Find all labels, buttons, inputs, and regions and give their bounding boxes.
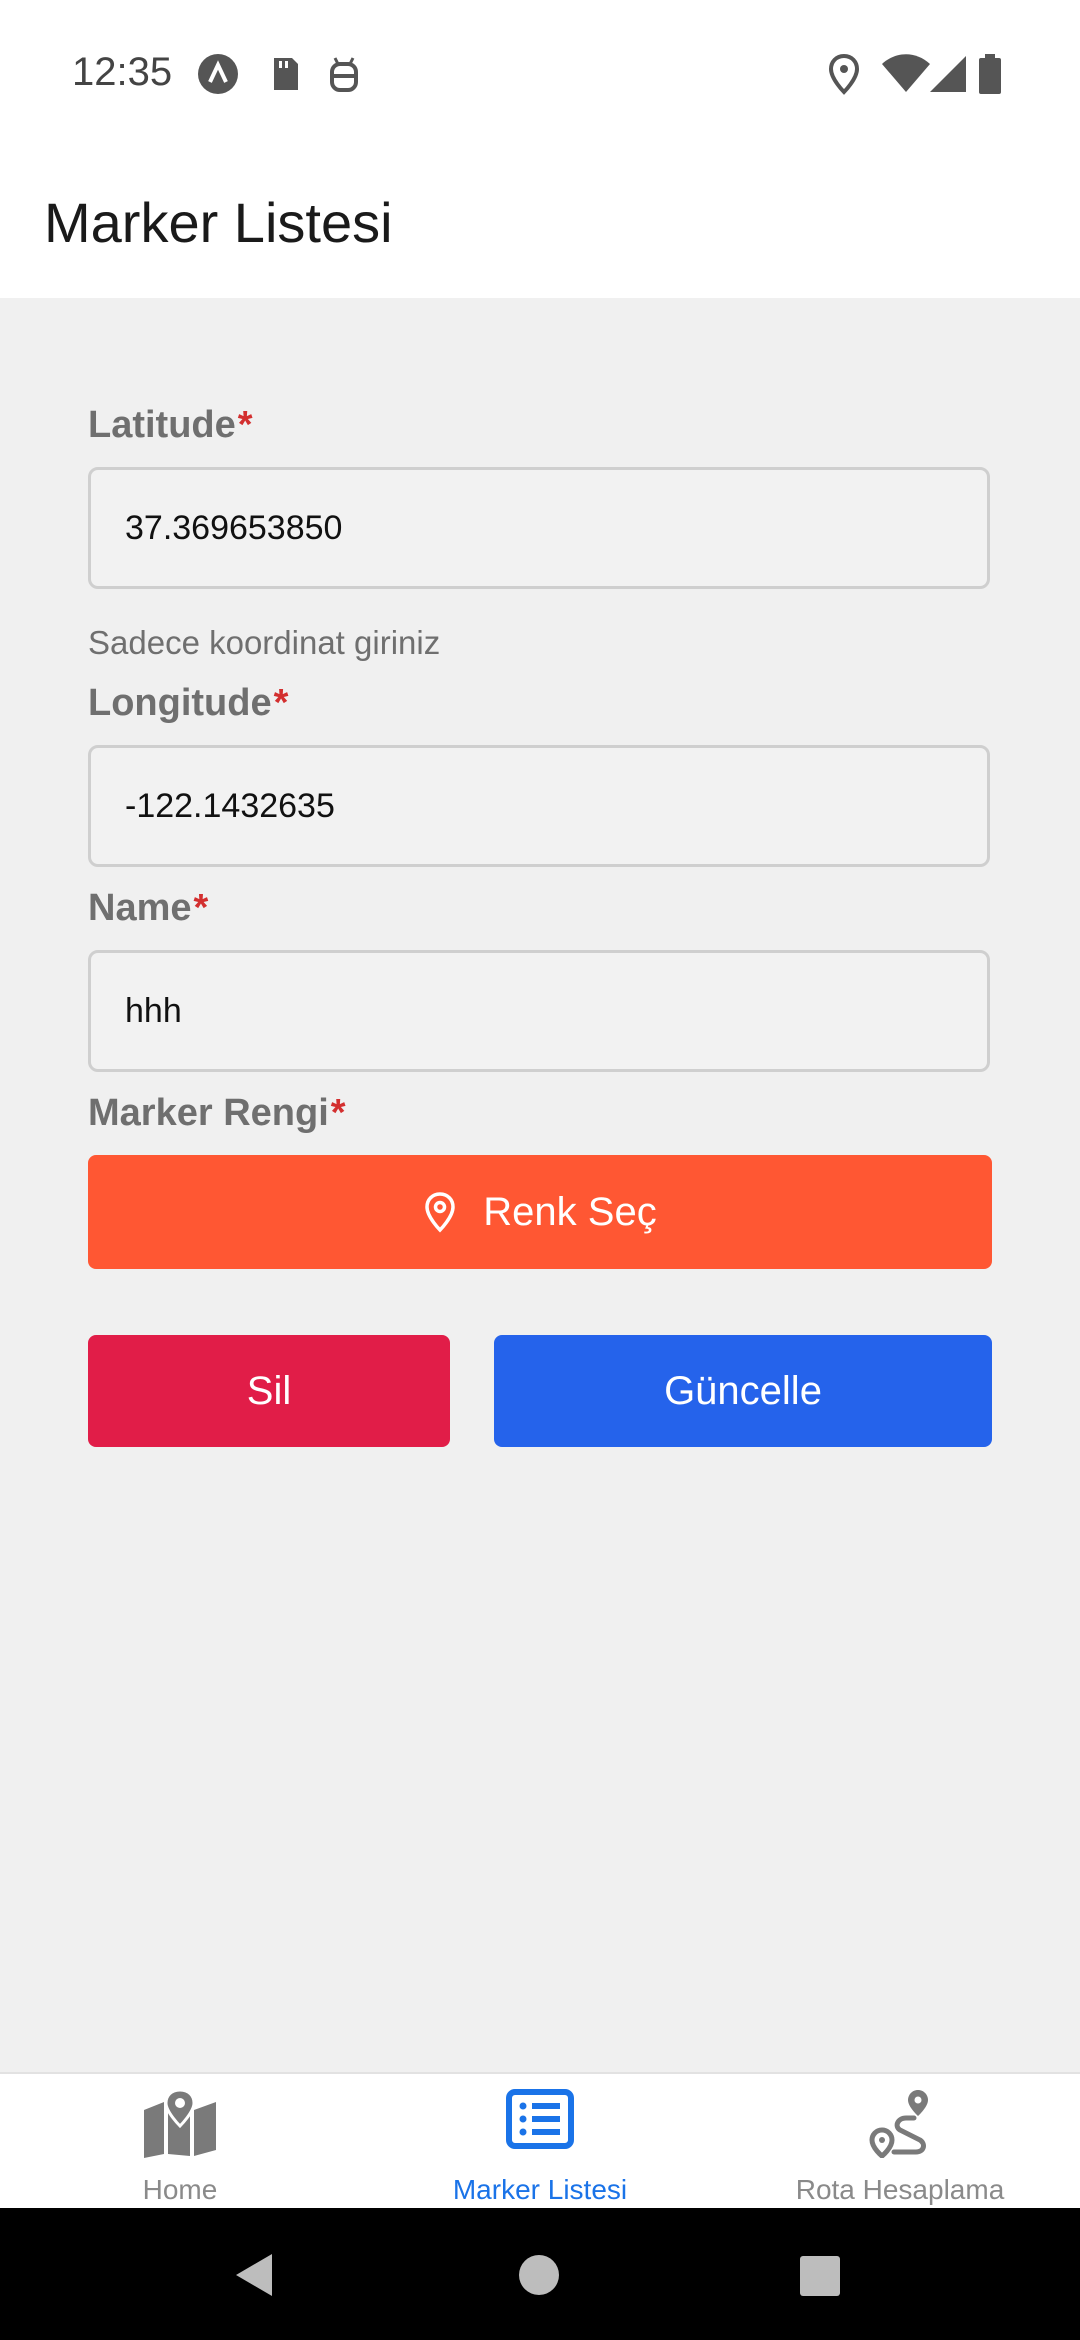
latitude-input[interactable]: 37.369653850 bbox=[88, 467, 990, 589]
delete-button-label: Sil bbox=[246, 1368, 292, 1413]
longitude-label-text: Longitude bbox=[88, 682, 272, 724]
pin-icon bbox=[425, 1192, 456, 1233]
map-icon bbox=[144, 2088, 216, 2158]
marker-color-label: Marker Rengi* bbox=[88, 1092, 346, 1135]
status-time: 12:35 bbox=[72, 50, 173, 94]
robot-icon bbox=[330, 57, 358, 92]
required-marker: * bbox=[237, 404, 253, 446]
required-marker: * bbox=[273, 682, 289, 724]
latitude-label: Latitude* bbox=[88, 404, 253, 447]
home-circle-icon[interactable] bbox=[518, 2254, 560, 2296]
signal-icon bbox=[930, 56, 966, 92]
latitude-label-text: Latitude bbox=[88, 404, 236, 446]
longitude-value: -122.1432635 bbox=[125, 786, 335, 825]
nav-item-marker-list[interactable]: Marker Listesi bbox=[360, 2074, 720, 2210]
route-icon bbox=[869, 2090, 928, 2158]
recents-icon[interactable] bbox=[800, 2256, 840, 2296]
nav-label-home: Home bbox=[142, 2174, 218, 2205]
update-button[interactable]: Güncelle bbox=[494, 1335, 992, 1447]
nav-item-home[interactable]: Home bbox=[0, 2074, 360, 2210]
update-button-label: Güncelle bbox=[664, 1368, 822, 1413]
page-title: Marker Listesi bbox=[44, 191, 393, 254]
pick-color-button[interactable]: Renk Seç bbox=[88, 1155, 992, 1269]
status-bar: 12:35 bbox=[0, 0, 1080, 150]
app-header: Marker Listesi bbox=[0, 150, 1080, 298]
marker-color-label-text: Marker Rengi bbox=[88, 1092, 329, 1134]
nav-item-route-calculation[interactable]: Rota Hesaplama bbox=[720, 2074, 1080, 2210]
pick-color-button-label: Renk Seç bbox=[483, 1189, 657, 1234]
nav-label-route-calculation: Rota Hesaplama bbox=[795, 2174, 1005, 2205]
back-icon[interactable] bbox=[234, 2252, 274, 2298]
nav-label-marker-list: Marker Listesi bbox=[452, 2174, 628, 2205]
longitude-input[interactable]: -122.1432635 bbox=[88, 745, 990, 867]
location-icon bbox=[828, 53, 860, 95]
latitude-helper-text: Sadece koordinat giriniz bbox=[88, 624, 441, 661]
longitude-label: Longitude* bbox=[88, 682, 288, 725]
latitude-value: 37.369653850 bbox=[125, 508, 343, 547]
sd-card-icon bbox=[274, 58, 298, 90]
battery-icon bbox=[979, 54, 1001, 94]
app-a-icon bbox=[198, 54, 238, 94]
name-value: hhh bbox=[125, 991, 182, 1030]
name-label: Name* bbox=[88, 887, 208, 930]
delete-button[interactable]: Sil bbox=[88, 1335, 450, 1447]
required-marker: * bbox=[330, 1092, 346, 1134]
name-label-text: Name bbox=[88, 887, 192, 929]
name-input[interactable]: hhh bbox=[88, 950, 990, 1072]
list-icon bbox=[506, 2089, 574, 2149]
required-marker: * bbox=[193, 887, 209, 929]
bottom-nav: Home Marker Listesi Rota Hesaplama bbox=[0, 2072, 1080, 2210]
wifi-icon bbox=[882, 54, 930, 92]
system-nav-bar bbox=[0, 2208, 1080, 2340]
